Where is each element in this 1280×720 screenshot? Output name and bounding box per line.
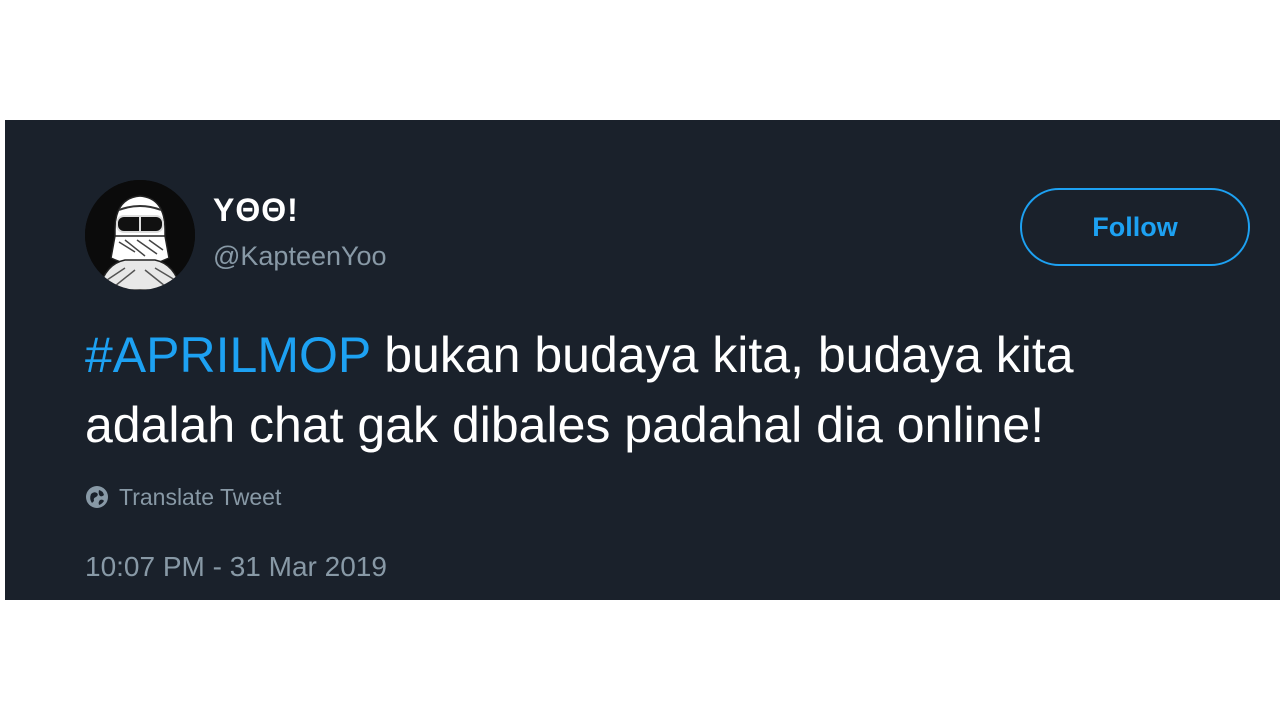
tweet-text: #APRILMOP bukan budaya kita, budaya kita… bbox=[85, 320, 1270, 460]
translate-tweet-link[interactable]: Translate Tweet bbox=[85, 482, 281, 512]
display-name[interactable]: YΘΘ! bbox=[213, 192, 299, 228]
tweet-line-1: #APRILMOP bukan budaya kita, budaya kita bbox=[85, 320, 1270, 390]
masked-rider-avatar-icon bbox=[85, 180, 195, 290]
translate-label: Translate Tweet bbox=[119, 483, 282, 510]
tweet-line-1-text: bukan budaya kita, budaya kita bbox=[370, 327, 1074, 383]
follow-button[interactable]: Follow bbox=[1020, 188, 1250, 266]
user-avatar[interactable] bbox=[85, 180, 195, 290]
tweet-timestamp[interactable]: 10:07 PM - 31 Mar 2019 bbox=[85, 550, 387, 584]
tweet-card: YΘΘ! @KapteenYoo Follow #APRILMOP bukan … bbox=[5, 120, 1280, 600]
hashtag-link[interactable]: #APRILMOP bbox=[85, 327, 370, 383]
user-handle[interactable]: @KapteenYoo bbox=[213, 240, 387, 272]
tweet-line-2: adalah chat gak dibales padahal dia onli… bbox=[85, 397, 1045, 453]
globe-icon bbox=[85, 485, 109, 509]
